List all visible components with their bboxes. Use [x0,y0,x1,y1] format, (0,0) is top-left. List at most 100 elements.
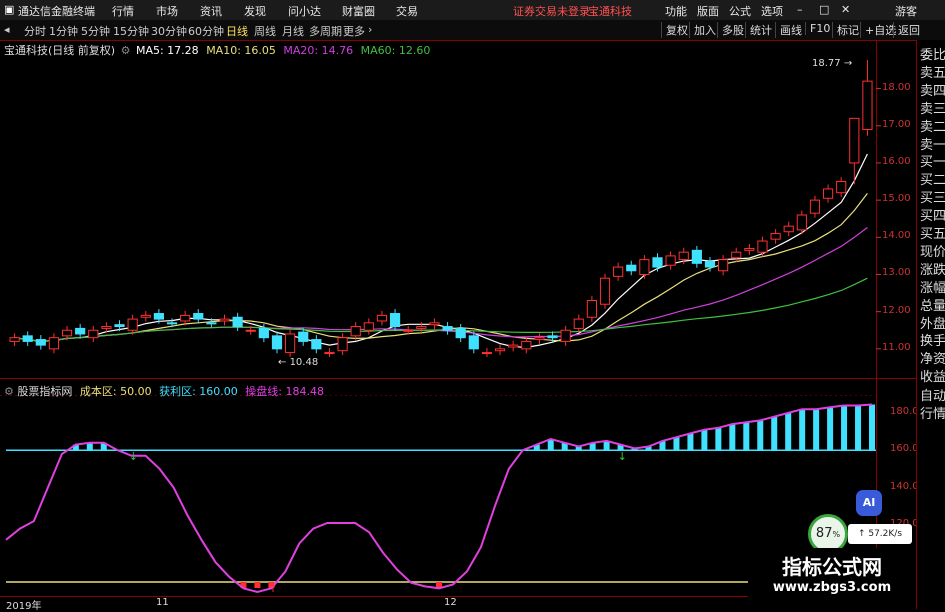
candle-body [560,329,571,342]
profit-bar [701,429,708,451]
panel-item: 买四 [920,209,945,225]
trader-line [5,403,873,594]
watermark-title: 指标公式网 [782,555,882,579]
candle-body [573,318,584,329]
candle-body [704,260,716,268]
candle-body [101,326,112,329]
candle-body [468,335,479,350]
kline-chart[interactable]: ↓ ↓ ↑ [0,0,945,609]
profit-bar [785,412,792,451]
ma5-label: MA5: 17.28 [135,44,199,57]
candle-body [665,255,676,266]
candle-body [494,348,506,352]
candle-body [258,327,269,339]
candle-body [337,337,348,352]
price-tick-label: 17.00 [882,118,911,130]
candle-body [61,329,73,337]
ma10-line [14,193,868,343]
watermark: 指标公式网 www.zbgs3.com [748,548,916,602]
profit-bar [673,437,680,451]
candle-body [271,335,283,350]
indicator-settings-icon[interactable]: ⚙ [4,385,14,398]
panel-item: 净资 [920,352,945,368]
candle-body [245,329,256,332]
candle-body [678,251,689,261]
candle-body [376,314,388,322]
trader-line-label: 操盘线: 184.48 [245,385,324,398]
panel-item: 买二 [920,173,945,189]
candle-body [429,322,440,326]
high-annotation: 18.77 → [812,58,853,69]
candle-body [219,318,230,322]
date-label-year: 2019年 [6,601,42,612]
candle-body [363,322,374,331]
panel-bottom-item[interactable]: 行情 [920,403,945,422]
indicator-legend: ⚙ 股票指标网 成本区: 50.00 获利区: 160.00 操盘线: 184.… [4,383,324,399]
panel-item: 总量 [920,298,945,314]
date-label-dec: 12 [444,597,457,608]
price-tick-label: 16.00 [882,155,911,167]
candle-body [350,326,361,337]
candle-body [691,249,702,264]
price-tick-label: 15.00 [882,193,911,205]
profit-zone-label: 获利区: 160.00 [159,385,238,398]
profit-bar [687,433,694,451]
candle-body [232,316,243,328]
candle-body [389,313,401,328]
candle-body [193,313,204,320]
profit-bar [855,405,862,451]
candle-body [534,337,545,341]
candle-body [822,188,834,199]
panel-item: 现价 [920,244,945,260]
candle-body [9,337,20,342]
candle-body [180,314,191,322]
candle-body [639,259,650,275]
panel-item: 卖一 [920,137,945,153]
cost-zone-label: 成本区: 50.00 [79,385,152,398]
price-tick-label: 11.00 [882,341,911,353]
panel-item: 外盘 [920,316,945,332]
candle-body [862,80,873,130]
profit-bar [771,416,778,451]
ma60-label: MA60: 12.60 [360,44,431,57]
panel-item: 卖四 [920,83,945,99]
ai-assistant-button[interactable]: AI [856,490,882,516]
panel-item: 涨幅 [920,280,945,296]
candle-body [114,324,125,328]
price-tick-label: 13.00 [882,267,911,279]
indicator-name[interactable]: 股票指标网 [17,385,72,398]
candle-body [652,257,663,268]
profit-bar [841,405,848,451]
ma60-line [14,277,868,343]
stock-title: 宝通科技(日线 前复权) [4,44,116,57]
candle-body [88,329,99,339]
candle-body [442,326,453,331]
candle-body [75,327,86,335]
sell-arrow-icon: ↓ [618,450,627,463]
panel-item: 卖三 [920,101,945,117]
candle-body [836,181,847,194]
candle-body [166,322,178,325]
profit-bar [743,422,750,451]
candle-body [783,225,794,233]
candle-body [455,327,466,339]
price-tick-label: 18.00 [882,81,911,93]
profit-bar [869,404,875,451]
candle-body [298,331,309,342]
candle-body [744,247,755,251]
profit-bar [827,407,834,451]
candle-body [757,240,768,253]
network-speed: ↑ 57.2K/s [848,524,912,544]
candle-body [140,314,151,318]
candle-body [127,318,138,331]
candle-body [849,117,860,164]
low-annotation: ← 10.48 [278,357,319,368]
candle-body [416,326,427,329]
buy-arrow-icon: ↑ [268,582,277,595]
candle-body [22,335,33,342]
ma20-label: MA20: 14.76 [283,44,354,57]
panel-bottom-item[interactable]: 自动 [920,385,945,404]
profit-bar [757,420,764,451]
date-label-nov: 11 [156,597,169,608]
settings-icon[interactable]: ⚙ [121,44,131,57]
